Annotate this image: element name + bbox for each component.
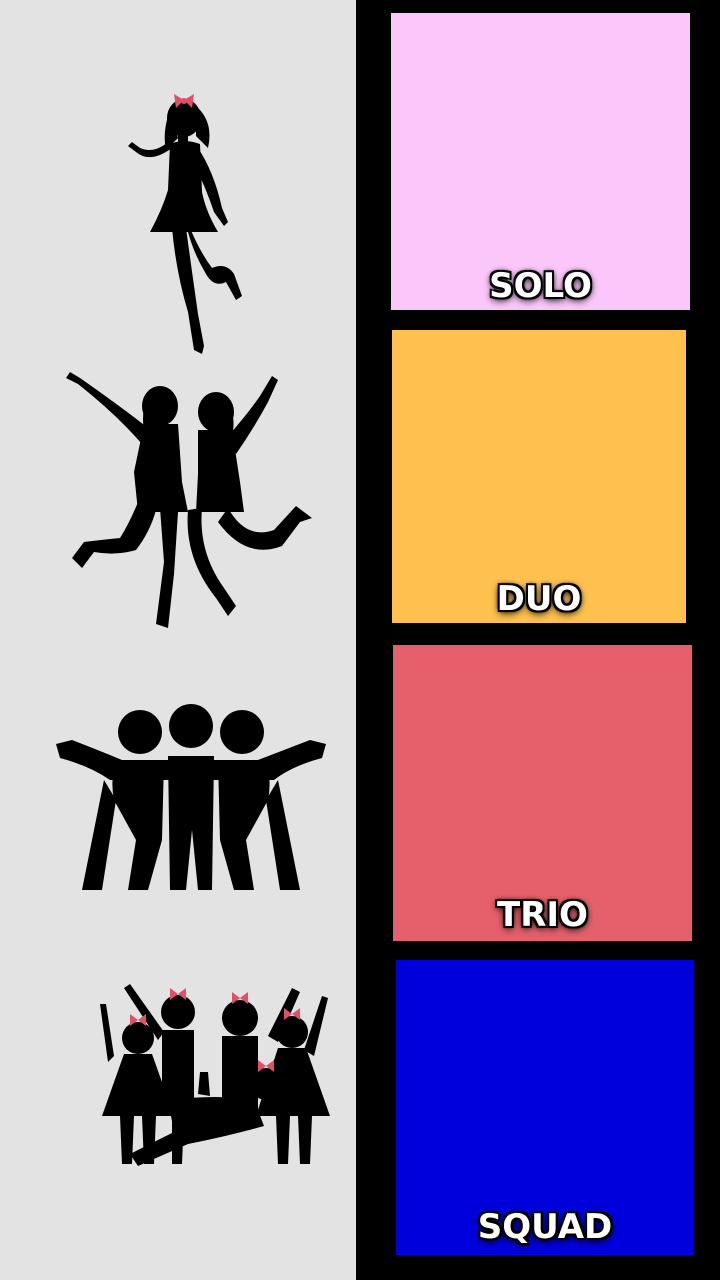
tile-label-squad: SQUAD	[477, 1207, 613, 1247]
tile-trio[interactable]: TRIO	[393, 645, 692, 941]
tile-duo[interactable]: DUO	[392, 330, 686, 623]
duo-dancers-icon	[66, 372, 312, 628]
solo-dancer-icon	[128, 94, 242, 354]
tile-solo[interactable]: SOLO	[391, 13, 690, 310]
tile-label-duo: DUO	[496, 579, 582, 619]
tile-label-trio: TRIO	[497, 895, 588, 935]
trio-hug-icon	[56, 704, 326, 890]
squad-group-icon	[100, 984, 330, 1166]
tile-squad[interactable]: SQUAD	[396, 960, 694, 1255]
silhouette-panel	[0, 0, 356, 1280]
tile-label-solo: SOLO	[489, 266, 592, 306]
